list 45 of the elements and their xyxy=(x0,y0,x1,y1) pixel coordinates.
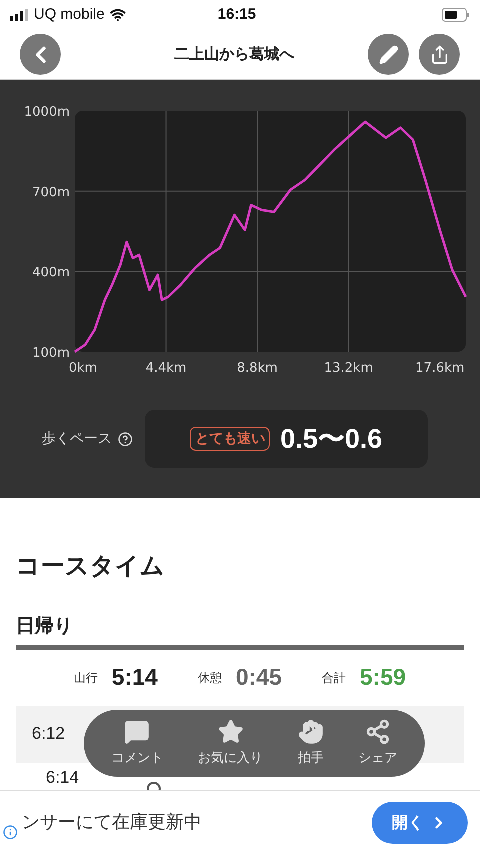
wifi-icon xyxy=(110,7,126,23)
page-title: 二上山から葛城へ xyxy=(174,44,296,66)
stat-value: 5:59 xyxy=(360,663,406,692)
stat-label: 山行 xyxy=(74,670,98,686)
pace-badge: とても速い xyxy=(190,427,270,451)
x-tick-label: 17.6km xyxy=(416,361,465,376)
share-icon xyxy=(365,718,392,745)
pencil-icon xyxy=(378,44,398,64)
y-tick-label: 700m xyxy=(32,185,70,200)
battery-icon xyxy=(442,8,470,22)
edit-button[interactable] xyxy=(368,34,409,75)
action-button[interactable]: お気に入り xyxy=(198,718,264,768)
stat-label: 合計 xyxy=(322,670,346,686)
share-icon xyxy=(430,44,450,64)
stat-value: 5:14 xyxy=(112,663,158,692)
stat-label: 休憩 xyxy=(198,670,222,686)
day-trip-tab[interactable]: 日帰り xyxy=(16,612,480,640)
signal-icon xyxy=(10,9,28,21)
carrier-name: UQ mobile xyxy=(34,4,105,25)
star-icon xyxy=(218,718,244,745)
info-icon[interactable] xyxy=(3,825,18,840)
action-button[interactable]: コメント xyxy=(111,718,164,768)
x-tick-label: 13.2km xyxy=(324,361,374,376)
action-button[interactable]: 拍手 xyxy=(298,718,324,768)
y-tick-label: 100m xyxy=(32,346,70,361)
ad-text: ンサーにて在庫更新中 xyxy=(22,811,202,835)
y-tick-label: 1000m xyxy=(24,105,70,120)
pace-label: 歩くペース xyxy=(42,430,112,448)
hand-icon xyxy=(298,718,324,745)
x-tick-label: 8.8km xyxy=(237,361,278,376)
pace-value: 0.5〜0.6 xyxy=(280,422,383,456)
action-button[interactable]: シェア xyxy=(358,718,398,768)
time-label: 6:12 xyxy=(32,723,66,746)
share-button[interactable] xyxy=(419,34,460,75)
open-button[interactable]: 開く xyxy=(372,802,468,844)
stat-value: 0:45 xyxy=(236,663,282,692)
time-label: 6:14 xyxy=(46,766,80,789)
speech-bubble-icon xyxy=(124,718,150,745)
clock-time: 16:15 xyxy=(218,4,256,25)
help-icon xyxy=(118,432,133,446)
section-title: コースタイム xyxy=(16,551,166,582)
y-tick-label: 400m xyxy=(32,266,70,281)
back-button[interactable] xyxy=(20,34,61,75)
x-tick-label: 4.4km xyxy=(146,361,187,376)
x-tick-label: 0km xyxy=(69,361,98,376)
